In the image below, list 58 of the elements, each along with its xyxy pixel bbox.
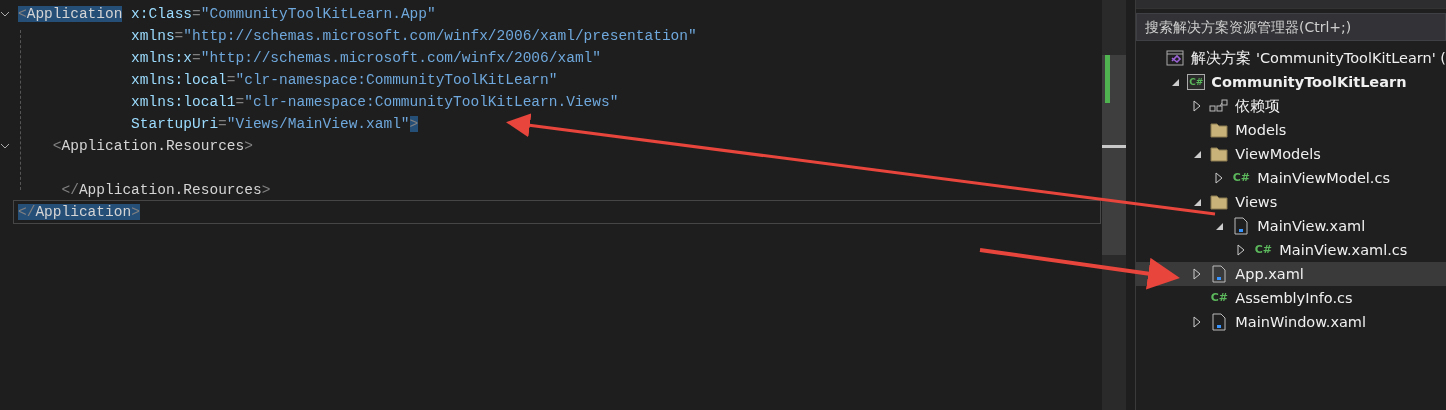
tag-bracket: > bbox=[244, 138, 253, 154]
tree-item[interactable]: C# MainView.xaml.cs bbox=[1135, 238, 1446, 262]
folder-icon bbox=[1210, 123, 1228, 138]
attribute-value: "CommunityToolKitLearn.App" bbox=[200, 6, 436, 22]
tree-item[interactable]: Views bbox=[1135, 190, 1446, 214]
tag-bracket: > bbox=[131, 204, 140, 220]
fold-chevron-icon[interactable] bbox=[0, 141, 10, 151]
tag-bracket: = bbox=[235, 94, 245, 110]
folder-icon bbox=[1210, 195, 1228, 210]
tag-bracket: < bbox=[52, 138, 62, 154]
attribute-name: xmlns:local bbox=[131, 72, 227, 88]
tag-bracket: > bbox=[261, 182, 271, 198]
tag-bracket: </ bbox=[18, 204, 36, 220]
tag-bracket: = bbox=[192, 6, 201, 22]
attribute-name: xmlns:local1 bbox=[131, 94, 236, 110]
tree-item[interactable]: C# MainViewModel.cs bbox=[1135, 166, 1446, 190]
csharp-file-icon: C# bbox=[1253, 243, 1274, 257]
attribute-value: "clr-namespace:CommunityToolKitLearn.Views" bbox=[244, 94, 619, 110]
tag-name: Application.Resources bbox=[61, 138, 245, 154]
attribute-name: StartupUri bbox=[131, 116, 219, 132]
tree-item[interactable]: 依赖项 bbox=[1135, 94, 1446, 118]
csharp-file-icon: C# bbox=[1231, 171, 1252, 185]
tag-bracket: > bbox=[409, 116, 419, 132]
tag-name: Application.Resources bbox=[78, 182, 262, 198]
tree-item[interactable]: C# AssemblyInfo.cs bbox=[1135, 286, 1446, 310]
tag-bracket: = bbox=[218, 116, 227, 132]
attribute-name: xmlns:x bbox=[131, 50, 192, 66]
solution-icon bbox=[1166, 50, 1184, 66]
tree-item[interactable]: MainView.xaml bbox=[1135, 214, 1446, 238]
attribute-value: "Views/MainView.xaml" bbox=[226, 116, 410, 132]
xaml-file-icon bbox=[1212, 265, 1226, 283]
fold-chevron-icon[interactable] bbox=[0, 9, 10, 19]
tag-bracket: < bbox=[18, 6, 27, 22]
tag-name: Application bbox=[26, 6, 123, 22]
xaml-file-icon bbox=[1212, 313, 1226, 331]
csharp-file-icon: C# bbox=[1209, 291, 1230, 305]
csharp-project-icon: C# bbox=[1187, 74, 1206, 90]
tag-bracket: = bbox=[174, 28, 184, 44]
tag-bracket: = bbox=[226, 72, 236, 88]
tag-bracket: </ bbox=[61, 182, 79, 198]
search-field[interactable]: 搜索解决方案资源管理器(Ctrl+;) bbox=[1135, 13, 1446, 41]
tag-name: Application bbox=[35, 204, 132, 220]
folder-icon bbox=[1210, 147, 1228, 162]
tree-item[interactable]: 解决方案 'CommunityToolKitLearn' ( bbox=[1135, 46, 1446, 70]
dependencies-icon bbox=[1209, 99, 1228, 112]
tag-bracket: = bbox=[192, 50, 201, 66]
attribute-value: "http://schemas.microsoft.com/winfx/2006/xaml/presentation" bbox=[183, 28, 697, 44]
attribute-name: xmlns bbox=[131, 28, 175, 44]
xaml-file-icon bbox=[1234, 217, 1248, 235]
attribute-name: x:Class bbox=[130, 6, 193, 22]
attribute-value: "http://schemas.microsoft.com/winfx/2006/xaml" bbox=[200, 50, 601, 66]
tree-item[interactable]: ViewModels bbox=[1135, 142, 1446, 166]
tree-item[interactable]: Models bbox=[1135, 118, 1446, 142]
attribute-value: "clr-namespace:CommunityToolKitLearn" bbox=[235, 72, 558, 88]
tree-item[interactable]: MainWindow.xaml bbox=[1135, 310, 1446, 334]
tree-item[interactable]: App.xaml bbox=[1135, 262, 1446, 286]
scrollbar[interactable] bbox=[1102, 0, 1126, 410]
tree-item[interactable]: C# CommunityToolKitLearn bbox=[1135, 70, 1446, 94]
